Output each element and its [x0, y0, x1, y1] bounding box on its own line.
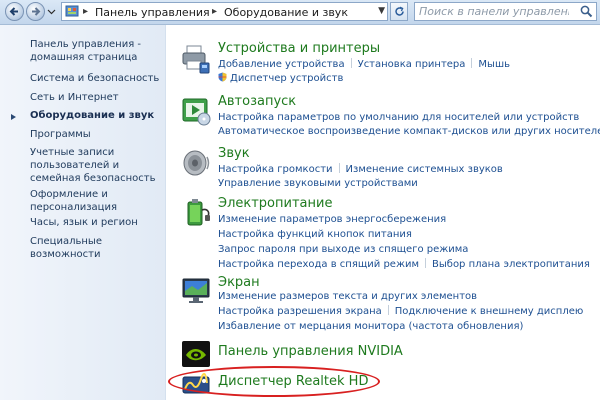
search-input[interactable] — [419, 4, 569, 19]
task-divider — [350, 58, 352, 68]
sidebar-item-ease-of-access[interactable]: Специальные возможности — [30, 235, 162, 261]
task-connect-external-display[interactable]: Подключение к внешнему дисплею — [395, 306, 584, 317]
sidebar-item-user-accounts[interactable]: Учетные записи пользователей и семейная … — [30, 146, 162, 185]
task-power-saving-settings[interactable]: Изменение параметров энергосбережения — [218, 214, 446, 225]
sidebar-item-appearance[interactable]: Оформление и персонализация — [30, 188, 162, 214]
task-device-manager[interactable]: Диспетчер устройств — [230, 73, 343, 84]
arrow-right-icon — [32, 7, 41, 16]
arrow-left-icon — [9, 7, 18, 16]
power-battery-icon — [187, 199, 210, 226]
highlight-annotation-ellipse — [168, 366, 380, 397]
category-title-power[interactable]: Электропитание — [218, 196, 332, 211]
category-title-nvidia[interactable]: Панель управления NVIDIA — [218, 344, 403, 359]
autoplay-icon — [182, 98, 211, 126]
display-icon — [182, 278, 210, 303]
sidebar-item-network-internet[interactable]: Сеть и Интернет — [30, 91, 162, 104]
back-button[interactable] — [5, 2, 24, 21]
control-panel-icon — [65, 5, 79, 17]
nvidia-icon — [182, 341, 210, 367]
sidebar: Панель управления - домашняя страница Си… — [0, 25, 166, 400]
task-choose-power-plan[interactable]: Выбор плана электропитания — [432, 259, 590, 270]
task-power-buttons[interactable]: Настройка функций кнопок питания — [218, 229, 412, 240]
task-text-size[interactable]: Изменение размеров текста и других элеме… — [218, 291, 477, 302]
task-autoplay-defaults[interactable]: Настройка параметров по умолчанию для но… — [218, 112, 579, 123]
breadcrumb-separator-icon[interactable]: ▸ — [83, 6, 88, 17]
category-title-autoplay[interactable]: Автозапуск — [218, 94, 296, 109]
task-sleep-settings[interactable]: Настройка перехода в спящий режим — [218, 259, 419, 270]
task-autoplay-cds[interactable]: Автоматическое воспроизведение компакт-д… — [218, 126, 600, 137]
search-icon[interactable] — [580, 5, 593, 18]
refresh-icon — [395, 6, 404, 16]
search-box[interactable] — [414, 2, 597, 21]
sidebar-item-hardware-sound[interactable]: Оборудование и звук — [11, 109, 162, 122]
category-title-display[interactable]: Экран — [218, 275, 260, 290]
task-divider — [387, 305, 389, 315]
task-manage-audio-devices[interactable]: Управление звуковыми устройствами — [218, 178, 418, 189]
sidebar-item-home[interactable]: Панель управления - домашняя страница — [30, 38, 162, 64]
sidebar-item-programs[interactable]: Программы — [30, 128, 162, 141]
speaker-icon — [183, 150, 210, 176]
task-adjust-volume[interactable]: Настройка громкости — [218, 164, 333, 175]
category-title-devices-printers[interactable]: Устройства и принтеры — [218, 41, 380, 56]
recent-pages-dropdown-icon[interactable] — [47, 7, 56, 16]
task-divider — [338, 163, 340, 173]
address-bar[interactable]: ▸ Панель управления ▸ Оборудование и зву… — [61, 2, 388, 21]
task-add-printer[interactable]: Установка принтера — [358, 59, 466, 70]
breadcrumb-control-panel[interactable]: Панель управления — [95, 6, 210, 19]
task-change-system-sounds[interactable]: Изменение системных звуков — [346, 164, 503, 175]
sidebar-item-clock-language[interactable]: Часы, язык и регион — [30, 216, 162, 229]
main-content: Устройства и принтеры Добавление устройс… — [166, 25, 600, 400]
task-add-device[interactable]: Добавление устройства — [218, 59, 345, 70]
refresh-button[interactable] — [390, 2, 408, 21]
breadcrumb-hardware-sound[interactable]: Оборудование и звук — [224, 6, 348, 19]
uac-shield-icon — [218, 72, 227, 82]
task-screen-resolution[interactable]: Настройка разрешения экрана — [218, 306, 382, 317]
task-require-password-wakeup[interactable]: Запрос пароля при выходе из спящего режи… — [218, 244, 468, 255]
forward-button[interactable] — [26, 2, 45, 21]
printer-icon — [182, 45, 210, 74]
address-dropdown-icon[interactable]: ▼ — [378, 6, 385, 16]
sidebar-item-system-security[interactable]: Система и безопасность — [30, 72, 162, 85]
navigation-bar: ▸ Панель управления ▸ Оборудование и зву… — [0, 0, 600, 25]
task-divider — [425, 258, 427, 268]
task-refresh-rate[interactable]: Избавление от мерцания монитора (частота… — [218, 321, 523, 332]
task-mouse[interactable]: Мышь — [478, 59, 510, 70]
task-divider — [471, 58, 473, 68]
category-title-sound[interactable]: Звук — [218, 146, 250, 161]
breadcrumb-separator-icon[interactable]: ▸ — [212, 6, 217, 17]
